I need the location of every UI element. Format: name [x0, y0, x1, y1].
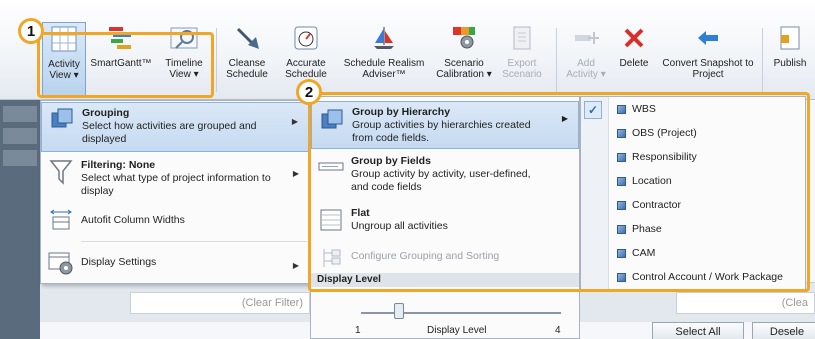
callout-box-2 [308, 92, 810, 292]
add-activity-button[interactable]: Add Activity ▾ [564, 22, 608, 96]
slider-title-label: Display Level [427, 325, 487, 336]
publish-label: Publish [773, 58, 807, 69]
menu-item-display-settings[interactable]: Display Settings ▶ [41, 247, 309, 279]
publish-button[interactable]: Publish [766, 22, 814, 96]
display-level-slider-thumb[interactable] [394, 303, 404, 319]
scenario-calibration-label: Scenario Calibration ▾ [436, 58, 492, 80]
convert-arrow-icon [692, 22, 724, 54]
panel-row [3, 150, 37, 166]
broom-icon [231, 22, 263, 54]
menu-item-grouping[interactable]: Grouping Select how activities are group… [41, 102, 309, 152]
ribbon-separator [762, 28, 763, 92]
cleanse-schedule-button[interactable]: Cleanse Schedule [222, 22, 272, 96]
publish-document-icon [774, 22, 806, 54]
slider-min-label: 1 [355, 325, 361, 336]
convert-snapshot-label: Convert Snapshot to Project [662, 58, 754, 80]
select-all-button[interactable]: Select All [652, 322, 744, 339]
delete-label: Delete [619, 58, 649, 69]
cleanse-schedule-label: Cleanse Schedule [226, 58, 268, 80]
ribbon-separator [216, 28, 217, 92]
display-settings-label: Display Settings [81, 256, 157, 268]
menu-item-autofit[interactable]: Autofit Column Widths [41, 205, 309, 235]
panel-row [3, 106, 37, 122]
grouping-icon [42, 103, 82, 151]
submenu-arrow-icon: ▶ [292, 169, 299, 178]
add-activity-label: Add Activity ▾ [566, 58, 606, 80]
menu-item-filtering[interactable]: Filtering: None Select what type of proj… [41, 155, 309, 201]
grouping-title: Grouping [82, 107, 130, 119]
menu-separator [81, 241, 307, 242]
left-panel [0, 100, 40, 339]
sailboat-icon [368, 22, 400, 54]
autofit-columns-icon [41, 205, 81, 235]
delete-button[interactable]: Delete [614, 22, 654, 96]
add-row-icon [570, 22, 602, 54]
deselect-button[interactable]: Desele [752, 322, 815, 339]
export-document-icon [506, 22, 538, 54]
autofit-label: Autofit Column Widths [81, 214, 185, 226]
funnel-icon [41, 155, 81, 201]
schedule-realism-label: Schedule Realism Adviser™ [343, 58, 425, 80]
display-settings-icon [41, 247, 81, 279]
callout-number-2: 2 [296, 79, 322, 105]
display-level-slider-track[interactable] [361, 312, 561, 314]
slider-max-label: 4 [555, 325, 561, 336]
callout-number-1: 1 [18, 18, 44, 44]
grouping-description: Select how activities are grouped and di… [82, 120, 257, 145]
activity-view-menu: Grouping Select how activities are group… [40, 100, 310, 284]
filtering-title: Filtering: None [81, 159, 156, 171]
gauge-icon [290, 22, 322, 54]
export-scenario-button[interactable]: Export Scenario [500, 22, 544, 96]
clear-filter-field[interactable]: (Clear Filter) [130, 292, 310, 314]
clear-filter-field-2[interactable]: (Clea [676, 292, 815, 314]
panel-row [3, 128, 37, 144]
delete-x-icon [618, 22, 650, 54]
callout-box-1 [37, 32, 214, 98]
convert-snapshot-button[interactable]: Convert Snapshot to Project [660, 22, 756, 96]
ribbon-separator [556, 28, 557, 92]
schedule-realism-button[interactable]: Schedule Realism Adviser™ [338, 22, 430, 96]
submenu-arrow-icon: ▶ [291, 117, 298, 126]
filtering-description: Select what type of project information … [81, 172, 271, 197]
accurate-schedule-label: Accurate Schedule [285, 58, 327, 80]
calibration-gear-icon [448, 22, 480, 54]
submenu-arrow-icon: ▶ [292, 261, 299, 270]
export-scenario-label: Export Scenario [502, 58, 542, 80]
scenario-calibration-button[interactable]: Scenario Calibration ▾ [432, 22, 496, 96]
